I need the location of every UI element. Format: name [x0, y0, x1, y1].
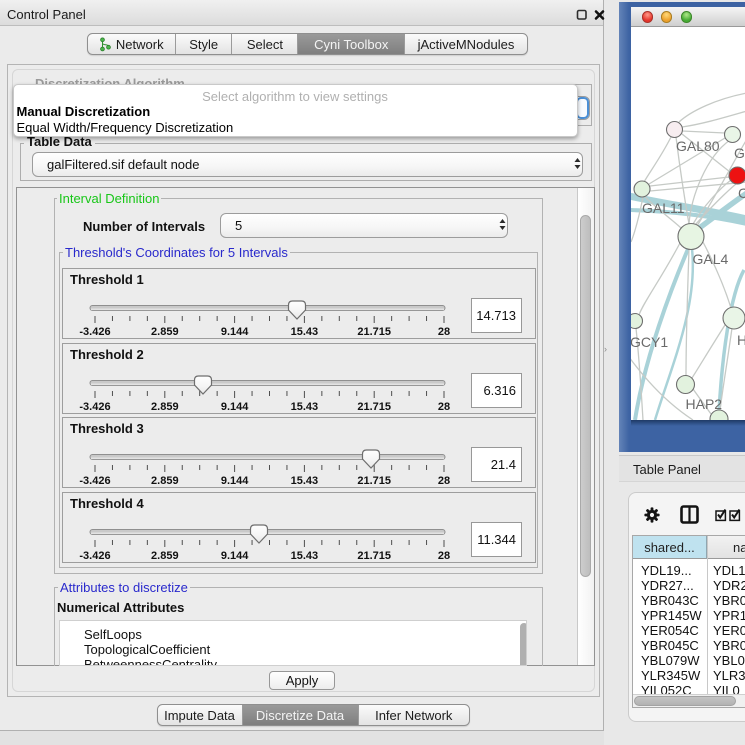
- svg-text:HIS: HIS: [737, 332, 745, 348]
- svg-text:28: 28: [438, 475, 450, 487]
- svg-text:-3.426: -3.426: [79, 475, 110, 487]
- svg-text:-3.426: -3.426: [79, 326, 110, 338]
- svg-text:15.43: 15.43: [291, 401, 319, 413]
- svg-text:GAL80: GAL80: [676, 138, 720, 154]
- svg-text:9.144: 9.144: [221, 326, 249, 338]
- svg-text:GAL: GAL: [734, 145, 745, 161]
- svg-text:28: 28: [438, 401, 450, 413]
- svg-text:-3.426: -3.426: [79, 550, 110, 562]
- svg-text:9.144: 9.144: [221, 550, 249, 562]
- svg-text:2.859: 2.859: [151, 401, 179, 413]
- svg-text:21.715: 21.715: [357, 326, 391, 338]
- svg-text:15.43: 15.43: [291, 475, 319, 487]
- svg-text:-3.426: -3.426: [79, 401, 110, 413]
- svg-text:2.859: 2.859: [151, 550, 179, 562]
- svg-text:GCY1: GCY1: [631, 334, 668, 350]
- svg-text:GAL4: GAL4: [693, 251, 729, 267]
- svg-text:21.715: 21.715: [357, 401, 391, 413]
- svg-text:C: C: [738, 185, 745, 201]
- svg-text:28: 28: [438, 326, 450, 338]
- svg-text:GAL11: GAL11: [642, 200, 685, 216]
- svg-text:9.144: 9.144: [221, 475, 249, 487]
- svg-text:21.715: 21.715: [357, 475, 391, 487]
- svg-text:15.43: 15.43: [291, 326, 319, 338]
- svg-text:28: 28: [438, 550, 450, 562]
- svg-text:2.859: 2.859: [151, 326, 179, 338]
- svg-text:HAP2: HAP2: [686, 396, 723, 412]
- svg-text:21.715: 21.715: [357, 550, 391, 562]
- svg-text:2.859: 2.859: [151, 475, 179, 487]
- svg-text:15.43: 15.43: [291, 550, 319, 562]
- svg-text:9.144: 9.144: [221, 401, 249, 413]
